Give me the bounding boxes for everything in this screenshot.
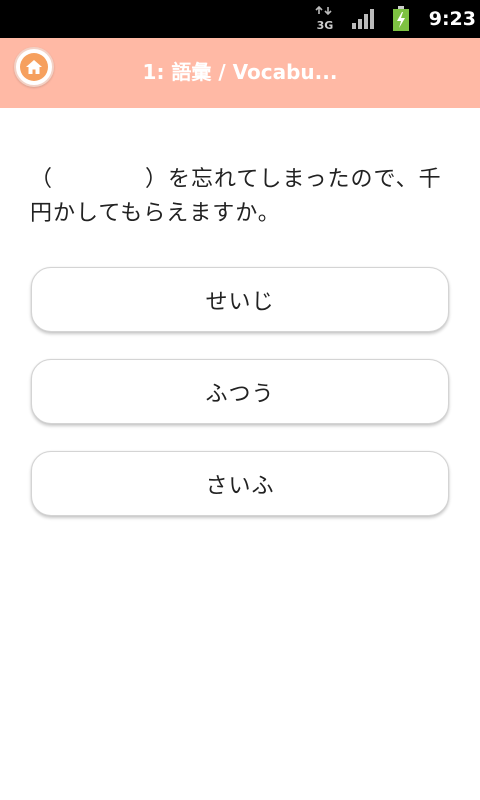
home-icon (20, 53, 48, 81)
answer-option-3[interactable]: さいふ (31, 451, 449, 516)
question-text: （ ）を忘れてしまったので、千円かしてもらえますか。 (30, 167, 442, 226)
answer-option-2[interactable]: ふつう (31, 359, 449, 424)
svg-text:3G: 3G (317, 19, 334, 32)
home-button[interactable] (14, 47, 54, 87)
screen: 3G 9:23 1: 語彙 / Vocabu... （ ）を忘れてしまったので、… (0, 0, 480, 800)
signal-strength-icon (350, 0, 378, 38)
status-bar: 3G 9:23 (0, 0, 480, 38)
answer-option-1[interactable]: せいじ (31, 267, 449, 332)
page-title: 1: 語彙 / Vocabu... (142, 60, 338, 84)
network-3g-icon: 3G (312, 0, 338, 38)
status-time: 9:23 (428, 8, 476, 30)
battery-charging-icon (390, 0, 412, 38)
